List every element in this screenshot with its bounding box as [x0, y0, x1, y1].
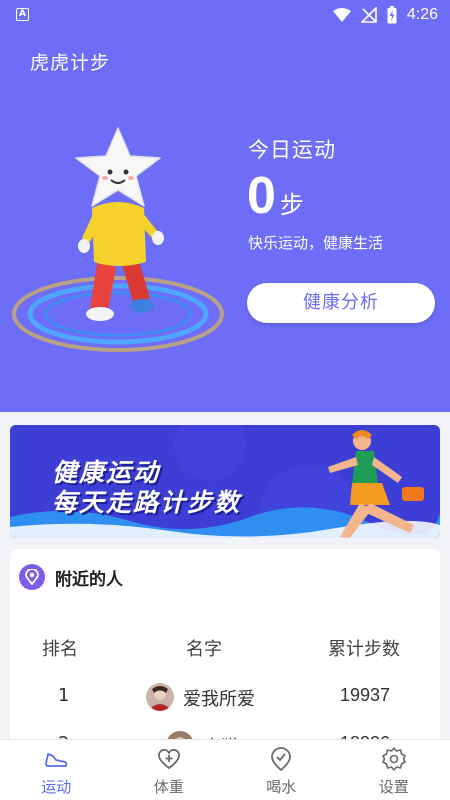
hero-section: 虎虎计步 今日运动 0 步 快乐运动，健康生活 健康分析	[0, 30, 450, 412]
column-name: 名字	[186, 639, 222, 660]
nav-water[interactable]: 喝水	[225, 740, 338, 800]
location-pin-icon	[19, 564, 45, 590]
nav-label: 设置	[378, 778, 409, 796]
wifi-icon	[332, 8, 351, 22]
nav-weight[interactable]: 体重	[113, 740, 226, 800]
mascot-illustration	[12, 127, 224, 352]
heart-plus-icon	[157, 748, 180, 770]
banner-subheadline: 每天走路计步数	[52, 488, 242, 517]
promo-banner[interactable]: 健康运动 每天走路计步数	[10, 425, 440, 538]
avatar	[146, 683, 174, 711]
nav-label: 喝水	[266, 778, 297, 796]
today-activity-label: 今日运动	[248, 138, 336, 162]
app-title: 虎虎计步	[30, 52, 111, 74]
bottom-navigation: 运动 体重 喝水 设置	[0, 739, 450, 800]
column-total-steps: 累计步数	[328, 639, 400, 660]
check-badge-icon	[271, 747, 292, 772]
no-signal-icon	[360, 7, 377, 23]
step-unit: 步	[279, 191, 304, 219]
nav-settings[interactable]: 设置	[338, 740, 450, 800]
nearby-title: 附近的人	[55, 569, 123, 590]
health-analysis-button[interactable]: 健康分析	[247, 283, 435, 323]
nav-exercise[interactable]: 运动	[0, 740, 113, 800]
clock: 4:26	[406, 6, 438, 23]
step-counter: 0 步	[247, 164, 304, 228]
nav-label: 运动	[41, 778, 72, 796]
step-count: 0	[247, 167, 276, 225]
column-rank: 排名	[42, 639, 78, 660]
row-name: 爱我所爱	[183, 689, 255, 710]
status-icons: 4:26	[332, 4, 438, 26]
status-bar: A 4:26	[0, 0, 450, 30]
row-rank: 1	[58, 685, 70, 706]
nav-label: 体重	[153, 778, 184, 796]
battery-charging-icon	[387, 6, 397, 24]
slogan: 快乐运动，健康生活	[248, 234, 384, 252]
shoe-icon	[45, 753, 68, 767]
row-steps: 19937	[340, 685, 391, 705]
app-notification-icon: A	[16, 8, 29, 21]
nearby-people-card: 附近的人 排名 名字 累计步数 1 爱我所爱 19937 2 小猫 18336	[10, 549, 440, 749]
nearby-header: 附近的人	[19, 564, 123, 590]
gear-icon	[381, 747, 406, 771]
